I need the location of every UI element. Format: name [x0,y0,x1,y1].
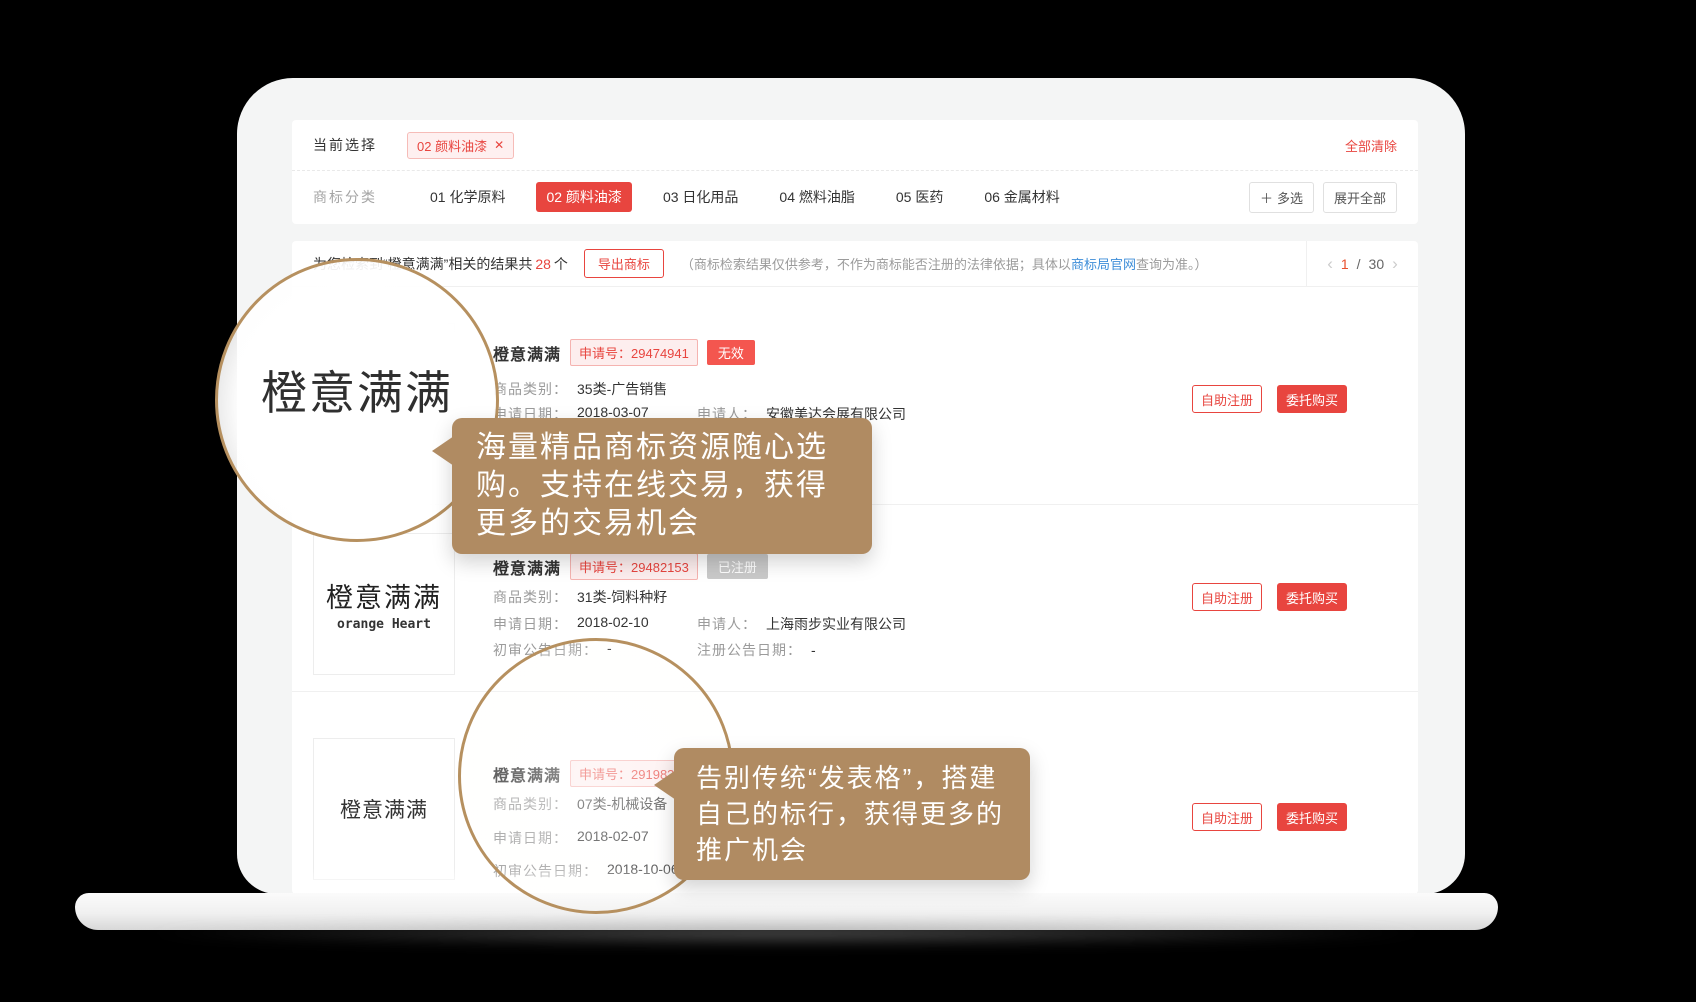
row-head: 橙意满满 申请号：29474941 无效 [493,339,755,366]
trademark-image-text: 橙意满满 [326,576,442,615]
trademark-office-link[interactable]: 商标局官网 [1071,257,1136,272]
category-value: 35类-广告销售 [577,379,667,399]
applicant-value: 上海雨步实业有限公司 [766,616,906,632]
entrust-buy-button[interactable]: 委托购买 [1277,385,1347,413]
self-register-button[interactable]: 自助注册 [1192,583,1262,611]
category-label: 商品类别： [493,379,568,399]
application-number-tag: 申请号：29474941 [570,339,698,366]
row-head: 橙意满满 申请号：29482153 已注册 [493,553,768,580]
expand-all-button[interactable]: 展开全部 [1323,182,1397,213]
self-register-button[interactable]: 自助注册 [1192,385,1262,413]
category-row-label: 商标分类 [313,187,377,207]
category-row: 商标分类 01 化学原料 02 颜料油漆 03 日化用品 04 燃料油脂 05 … [292,171,1418,223]
category-item-01[interactable]: 01 化学原料 [420,182,515,212]
apply-date-value: 2018-02-10 [577,614,649,634]
current-selection-row: 当前选择 02 颜料油漆 ✕ 全部清除 [292,120,1418,171]
status-badge: 无效 [707,340,755,365]
close-icon[interactable]: ✕ [494,138,504,152]
selected-filter-tag-text: 02 颜料油漆 [417,136,487,155]
application-number-value: 29482153 [631,560,689,575]
application-number-tag: 申请号：29482153 [570,553,698,580]
status-badge: 已注册 [707,554,768,579]
disclaimer-after: 查询为准。） [1136,257,1208,272]
row-actions: 自助注册 委托购买 [1192,385,1347,413]
category-line: 商品类别： 35类-广告销售 [493,379,697,399]
trademark-image[interactable]: 橙意满满 orange Heart [313,533,455,675]
pagination: ‹ 1 / 30 › [1306,241,1418,287]
registration-publication-label: 注册公告日期： [697,642,802,658]
applicant-label: 申请人： [697,616,757,632]
date-line: 申请日期： 2018-02-10 申请人： 上海雨步实业有限公司 [493,614,906,634]
trademark-name: 橙意满满 [493,341,561,365]
row-actions: 自助注册 委托购买 [1192,803,1347,831]
trademark-image[interactable]: 橙意满满 [313,738,455,880]
category-list: 01 化学原料 02 颜料油漆 03 日化用品 04 燃料油脂 05 医药 06… [420,182,1070,212]
application-number-label: 申请号： [579,346,631,361]
tooltip-text: 告别传统“发表格”，搭建自己的标行，获得更多的推广机会 [696,763,1004,865]
entrust-buy-button[interactable]: 委托购买 [1277,583,1347,611]
application-number-label: 申请号： [579,560,631,575]
apply-date-label: 申请日期： [493,614,568,634]
trademark-image-subtext: orange Heart [337,617,431,632]
category-label: 商品类别： [493,587,568,607]
category-item-02-selected[interactable]: 02 颜料油漆 [536,182,631,212]
page-background: 当前选择 02 颜料油漆 ✕ 全部清除 商标分类 01 化学原料 02 颜料油漆… [0,0,1696,1002]
multi-select-button[interactable]: ＋ 多选 [1249,182,1314,213]
marketing-tooltip-trade: 海量精品商标资源随心选购。支持在线交易，获得更多的交易机会 [452,418,872,554]
current-selection-label: 当前选择 [313,135,377,155]
results-header: 为您检索到“橙意满满”相关的结果共28个 导出商标 （商标检索结果仅供参考，不作… [292,241,1418,287]
category-item-04[interactable]: 04 燃料油脂 [769,182,864,212]
plus-icon: ＋ [1260,188,1273,207]
trademark-image-text: 橙意满满 [340,794,428,824]
filter-panel: 当前选择 02 颜料油漆 ✕ 全部清除 商标分类 01 化学原料 02 颜料油漆… [292,120,1418,224]
entrust-buy-button[interactable]: 委托购买 [1277,803,1347,831]
category-item-06[interactable]: 06 金属材料 [974,182,1069,212]
page-separator: / [1357,256,1361,272]
marketing-tooltip-promo: 告别传统“发表格”，搭建自己的标行，获得更多的推广机会 [674,748,1030,880]
chevron-right-icon[interactable]: › [1392,254,1398,274]
disclaimer-text: （商标检索结果仅供参考，不作为商标能否注册的法律依据；具体以商标局官网查询为准。… [681,254,1208,273]
tooltip-text: 海量精品商标资源随心选购。支持在线交易，获得更多的交易机会 [476,431,828,540]
self-register-button[interactable]: 自助注册 [1192,803,1262,831]
clear-all-button[interactable]: 全部清除 [1345,136,1397,155]
registration-publication-value: - [811,642,816,658]
chevron-left-icon[interactable]: ‹ [1327,254,1333,274]
total-pages: 30 [1369,256,1385,272]
current-page: 1 [1341,256,1349,272]
export-trademark-button[interactable]: 导出商标 [584,249,664,278]
selected-filter-tag[interactable]: 02 颜料油漆 ✕ [407,132,514,159]
laptop-base-bar [75,893,1498,930]
multi-select-label: 多选 [1277,188,1303,207]
category-line: 商品类别： 31类-饲料种籽 [493,587,697,607]
disclaimer-before: （商标检索结果仅供参考，不作为商标能否注册的法律依据；具体以 [681,257,1071,272]
category-item-03[interactable]: 03 日化用品 [653,182,748,212]
results-count: 28 [532,256,554,272]
magnified-trademark-text: 橙意满满 [261,357,453,423]
summary-suffix: 个 [554,256,568,272]
filter-actions: ＋ 多选 展开全部 [1249,182,1397,213]
category-item-05[interactable]: 05 医药 [886,182,953,212]
trademark-name: 橙意满满 [493,555,561,579]
category-value: 31类-饲料种籽 [577,587,667,607]
row-actions: 自助注册 委托购买 [1192,583,1347,611]
application-number-value: 29474941 [631,346,689,361]
